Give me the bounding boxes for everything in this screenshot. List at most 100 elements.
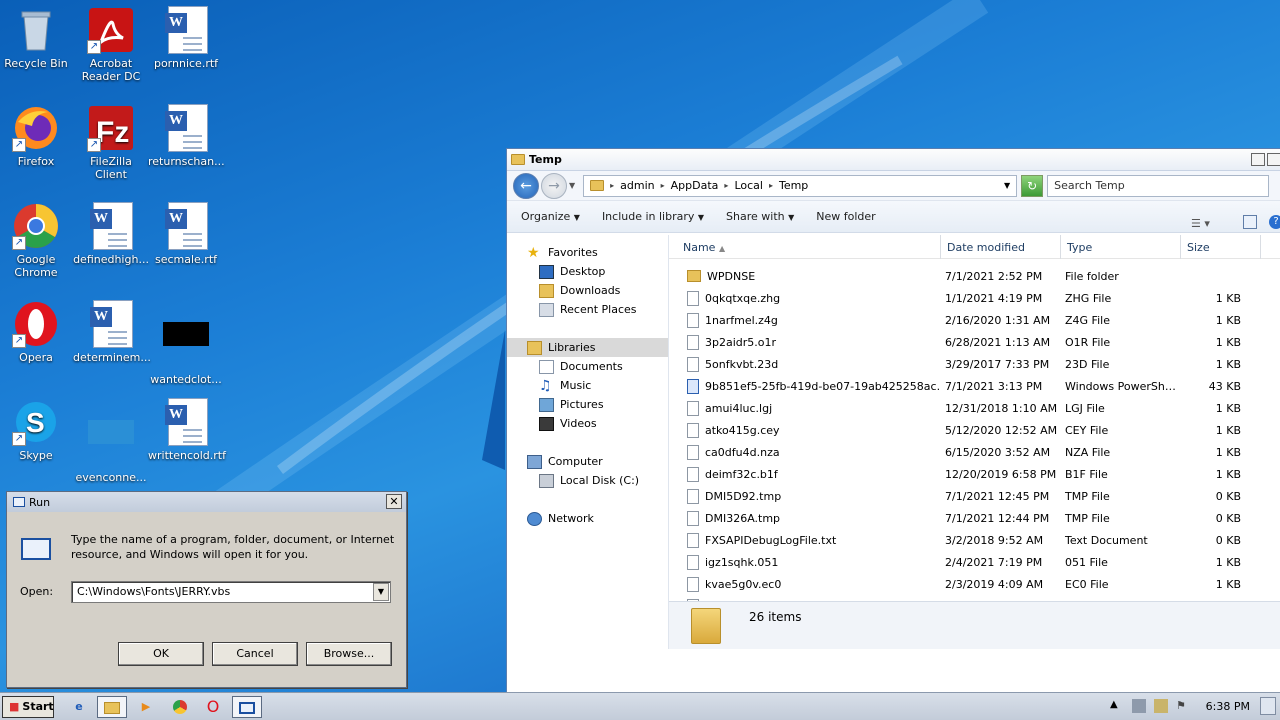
desktop-icon-evenconne[interactable]: evenconne... xyxy=(73,398,149,484)
desktop-icon-opera[interactable]: ↗ Opera xyxy=(0,300,74,364)
address-dropdown-icon[interactable]: ▼ xyxy=(1004,181,1010,190)
file-date: 7/1/2021 3:13 PM xyxy=(945,379,1043,393)
taskbar-ie-icon[interactable]: e xyxy=(64,696,94,718)
file-row[interactable]: FXSAPIDebugLogFile.txt 3/2/2018 9:52 AM Te… xyxy=(669,529,1280,551)
column-name[interactable]: Name ▲ xyxy=(669,235,941,259)
organize-menu[interactable]: Organize ▼ xyxy=(521,210,580,223)
file-row[interactable]: WPDNSE 7/1/2021 2:52 PM File folder xyxy=(669,265,1280,287)
desktop-icon-determinem[interactable]: W determinem... xyxy=(73,300,151,364)
file-row[interactable]: amui4luc.lgj 12/31/2018 1:10 AM LGJ File 1 … xyxy=(669,397,1280,419)
taskbar-explorer-icon[interactable] xyxy=(97,696,127,718)
file-row[interactable]: 3p2aidr5.o1r 6/28/2021 1:13 AM O1R File 1 K… xyxy=(669,331,1280,353)
taskbar-opera-icon[interactable]: O xyxy=(198,696,228,718)
shortcut-arrow-icon: ↗ xyxy=(12,236,26,250)
nav-recent-places[interactable]: Recent Places xyxy=(507,300,668,319)
view-options-icon[interactable]: ☰ ▾ xyxy=(1191,217,1210,230)
taskbar-chrome-icon[interactable] xyxy=(165,696,195,718)
nav-libraries[interactable]: Libraries xyxy=(507,338,668,357)
taskbar-media-player-icon[interactable]: ▶ xyxy=(131,696,161,718)
file-size: 1 KB xyxy=(1215,291,1241,305)
back-button[interactable]: ← xyxy=(513,172,539,199)
nav-local-disk[interactable]: Local Disk (C:) xyxy=(507,471,668,490)
forward-button[interactable]: → xyxy=(541,172,567,199)
file-icon xyxy=(687,422,699,438)
help-icon[interactable]: ? xyxy=(1269,215,1280,229)
desktop-icon-definedhigh[interactable]: W definedhigh... xyxy=(73,202,149,266)
desktop-icon xyxy=(539,264,554,279)
file-row[interactable]: 9b851ef5-25fb-419d-be07-19ab425258ac.ps1… xyxy=(669,375,1280,397)
file-row[interactable]: igz1sqhk.051 2/4/2021 7:19 PM 051 File 1 KB xyxy=(669,551,1280,573)
file-date: 7/1/2021 2:52 PM xyxy=(945,269,1043,283)
desktop-icon-recycle-bin[interactable]: Recycle Bin xyxy=(0,6,74,70)
clock[interactable]: 6:38 PM xyxy=(1206,700,1250,713)
file-row[interactable]: 0qkqtxqe.zhg 1/1/2021 4:19 PM ZHG File 1 KB xyxy=(669,287,1280,309)
nav-downloads[interactable]: Downloads xyxy=(507,281,668,300)
explorer-body: ★ Favorites Desktop Downloads Recent Plac… xyxy=(507,235,1280,649)
nav-pictures[interactable]: Pictures xyxy=(507,395,668,414)
file-row[interactable]: DMI5D92.tmp 7/1/2021 12:45 PM TMP File 0 KB xyxy=(669,485,1280,507)
file-row[interactable]: 5onfkvbt.23d 3/29/2017 7:33 PM 23D File 1 K… xyxy=(669,353,1280,375)
address-bar[interactable]: ▸ admin ▸ AppData ▸ Local ▸ Temp ▼ xyxy=(583,174,1018,197)
desktop-icon-chrome[interactable]: ↗ Google Chrome xyxy=(0,202,74,279)
nav-music[interactable]: ♫ Music xyxy=(507,376,668,395)
new-folder-button[interactable]: New folder xyxy=(816,210,875,223)
include-in-library-menu[interactable]: Include in library ▼ xyxy=(602,210,704,223)
maximize-button[interactable] xyxy=(1267,153,1280,166)
share-with-menu[interactable]: Share with ▼ xyxy=(726,210,794,223)
column-date-modified[interactable]: Date modified xyxy=(941,235,1061,259)
tray-expand-icon[interactable]: ▲ xyxy=(1110,699,1124,713)
file-row[interactable]: atko415g.cey 5/12/2020 12:52 AM CEY File 1 … xyxy=(669,419,1280,441)
breadcrumb-appdata[interactable]: AppData xyxy=(671,179,719,192)
taskbar-run-icon[interactable] xyxy=(232,696,262,718)
run-titlebar[interactable]: Run ✕ xyxy=(7,492,406,512)
file-type: 23D File xyxy=(1065,357,1110,371)
shortcut-arrow-icon: ↗ xyxy=(87,138,101,152)
start-button[interactable]: ■ Start xyxy=(2,696,54,718)
run-program-icon xyxy=(21,538,51,560)
nav-documents[interactable]: Documents xyxy=(507,357,668,376)
search-input[interactable]: Search Temp xyxy=(1047,174,1270,197)
nav-favorites[interactable]: ★ Favorites xyxy=(507,243,668,262)
close-button[interactable]: ✕ xyxy=(386,494,402,509)
breadcrumb-temp[interactable]: Temp xyxy=(779,179,808,192)
tray-network-icon[interactable] xyxy=(1154,699,1168,713)
file-name: FXSAPIDebugLogFile.txt xyxy=(705,533,837,547)
tray-flag-icon[interactable]: ⚑ xyxy=(1176,699,1190,713)
refresh-button[interactable]: ↻ xyxy=(1021,174,1044,197)
file-icon xyxy=(687,532,699,548)
nav-desktop[interactable]: Desktop xyxy=(507,262,668,281)
file-row[interactable]: kvae5g0v.ec0 2/3/2019 4:09 AM EC0 File 1 KB xyxy=(669,573,1280,595)
column-size[interactable]: Size xyxy=(1181,235,1261,259)
preview-pane-icon[interactable] xyxy=(1243,215,1257,229)
nav-computer[interactable]: Computer xyxy=(507,452,668,471)
nav-network[interactable]: Network xyxy=(507,509,668,528)
desktop-icon-wantedclot[interactable]: wantedclot... xyxy=(148,300,224,386)
open-dropdown-button[interactable]: ▼ xyxy=(373,583,389,601)
desktop-icon-pornnice-rtf[interactable]: W pornnice.rtf xyxy=(148,6,224,70)
nav-videos[interactable]: Videos xyxy=(507,414,668,433)
desktop-icon-acrobat[interactable]: ↗ Acrobat Reader DC xyxy=(73,6,149,83)
recent-pages-chevron-icon[interactable]: ▼ xyxy=(569,181,575,190)
desktop-icon-firefox[interactable]: ↗ Firefox xyxy=(0,104,74,168)
file-row[interactable]: DMI326A.tmp 7/1/2021 12:44 PM TMP File 0 KB xyxy=(669,507,1280,529)
ok-button[interactable]: OK xyxy=(118,642,204,666)
explorer-titlebar[interactable]: Temp xyxy=(507,149,1280,171)
desktop-icon-secmale-rtf[interactable]: W secmale.rtf xyxy=(148,202,224,266)
minimize-button[interactable] xyxy=(1251,153,1265,166)
file-row[interactable]: deimf32c.b1f 12/20/2019 6:58 PM B1F File 1 … xyxy=(669,463,1280,485)
folder-icon xyxy=(590,180,605,191)
tray-volume-icon[interactable] xyxy=(1132,699,1146,713)
desktop-icon-returnschan[interactable]: W returnschan... xyxy=(148,104,225,168)
cancel-button[interactable]: Cancel xyxy=(212,642,298,666)
browse-button[interactable]: Browse... xyxy=(306,642,392,666)
open-input[interactable]: C:\Windows\Fonts\JERRY.vbs ▼ xyxy=(71,581,391,603)
show-desktop-button[interactable] xyxy=(1260,697,1276,715)
column-type[interactable]: Type xyxy=(1061,235,1181,259)
breadcrumb-local[interactable]: Local xyxy=(734,179,763,192)
desktop-icon-skype[interactable]: S ↗ Skype xyxy=(0,398,74,462)
file-row[interactable]: ca0dfu4d.nza 6/15/2020 3:52 AM NZA File 1 K… xyxy=(669,441,1280,463)
file-row[interactable]: 1narfmel.z4g 2/16/2020 1:31 AM Z4G File 1 K… xyxy=(669,309,1280,331)
desktop-icon-writtencold-rtf[interactable]: W writtencold.rtf xyxy=(148,398,226,462)
breadcrumb-admin[interactable]: admin xyxy=(620,179,654,192)
desktop-icon-filezilla[interactable]: Fz ↗ FileZilla Client xyxy=(73,104,149,181)
